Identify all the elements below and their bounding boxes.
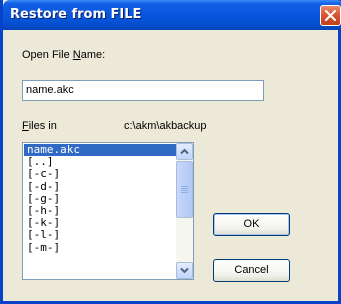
thumb-grip: [181, 186, 188, 187]
open-file-name-label-rest: ame:: [80, 49, 106, 61]
arrow-down-icon: [180, 267, 189, 274]
open-file-name-label-accesskey: N: [72, 49, 81, 61]
files-in-label: Files in: [22, 120, 57, 132]
file-list-items: name.akc [..] [-c-] [-d-] [-g-] [-h-] [-k-] [-l…: [24, 143, 178, 254]
ok-button[interactable]: OK: [213, 213, 290, 236]
file-name-input[interactable]: name.akc: [22, 80, 264, 101]
scroll-down-button[interactable]: [176, 262, 193, 279]
current-directory-path: c:\akm\akbackup: [124, 120, 207, 132]
cancel-button[interactable]: Cancel: [213, 259, 290, 282]
title-bar[interactable]: Restore from FILE: [3, 0, 341, 30]
arrow-up-icon: [180, 148, 189, 155]
close-button[interactable]: [320, 5, 341, 26]
list-item[interactable]: [-l-]: [24, 229, 178, 241]
list-item[interactable]: [-m-]: [24, 241, 178, 254]
files-in-label-rest: iles in: [28, 120, 57, 132]
window-title: Restore from FILE: [10, 7, 142, 22]
scroll-up-button[interactable]: [176, 143, 193, 160]
restore-dialog: Restore from FILE Open File Name: name.a…: [0, 0, 341, 304]
open-file-name-label: Open File Name:: [22, 49, 105, 61]
open-file-name-label-text: Open File: [22, 49, 73, 61]
files-in-label-accesskey: F: [22, 120, 29, 132]
scroll-thumb[interactable]: [176, 161, 193, 218]
list-item[interactable]: [-c-]: [24, 168, 178, 180]
close-icon: [325, 10, 336, 21]
file-list[interactable]: name.akc [..] [-c-] [-d-] [-g-] [-h-] [-k-] [-l…: [22, 142, 194, 280]
thumb-grip: [181, 192, 188, 193]
thumb-grip: [181, 188, 188, 189]
file-list-scrollbar[interactable]: [176, 143, 193, 279]
thumb-grip: [181, 190, 188, 191]
list-item[interactable]: [-d-]: [24, 180, 178, 193]
